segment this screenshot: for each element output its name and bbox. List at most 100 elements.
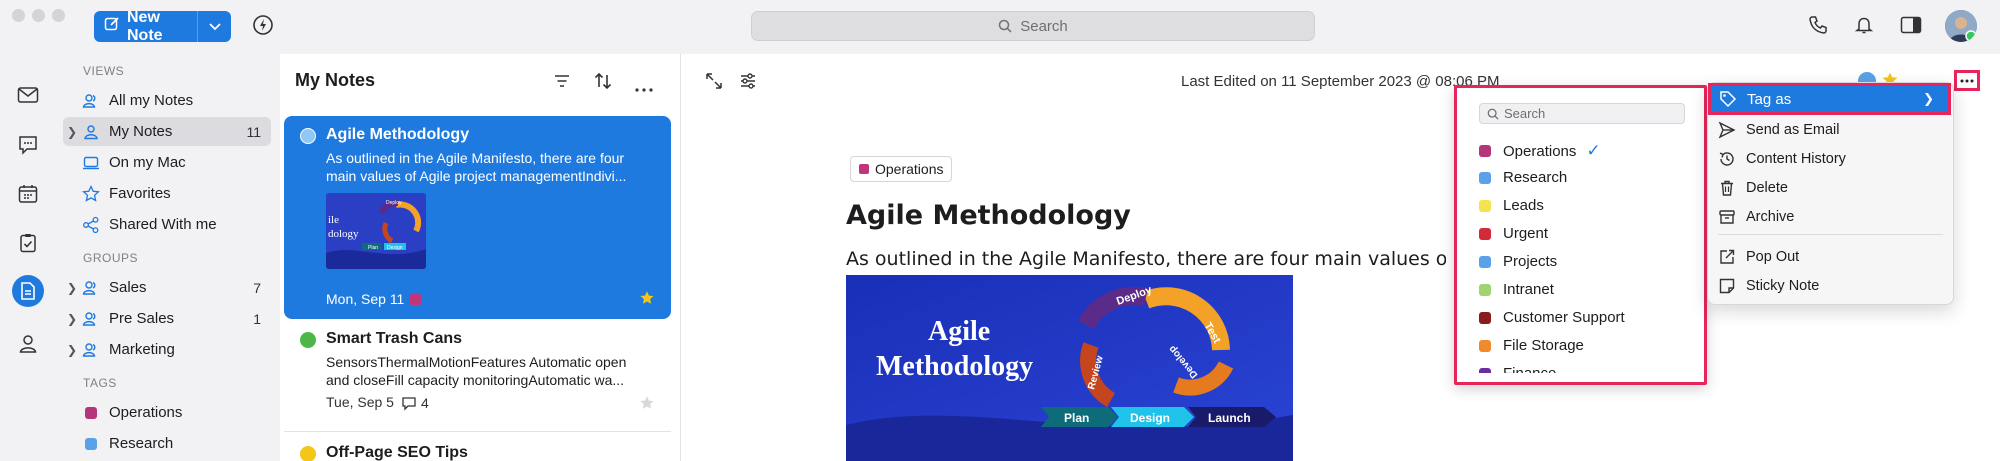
last-edited-text: Last Edited on 11 September 2023 @ 08:06… [1181,73,1500,90]
note-status-dot [300,446,316,461]
tag-color-swatch [1479,311,1491,324]
note-paragraph[interactable]: As outlined in the Agile Manifesto, ther… [846,248,1446,270]
chat-button[interactable] [14,131,42,159]
chevron-right-icon[interactable]: ❯ [63,125,81,139]
more-options-button[interactable] [635,79,653,97]
star-filled-icon [640,291,654,304]
favorite-star-button[interactable] [639,395,655,416]
menu-item-label: Pop Out [1746,249,1800,265]
sidebar-right-icon [1900,16,1922,34]
expand-button[interactable] [705,72,723,95]
tag-option-operations[interactable]: Operations ✓ [1479,141,1601,161]
image-plan-label: Plan [1064,411,1089,425]
sidebar-item-tag-research[interactable]: Research [63,429,271,458]
tag-option-projects[interactable]: Projects [1479,253,1557,270]
menu-item-tag-as[interactable]: Tag as ❯ [1708,83,1951,115]
sidebar-item-count: 1 [253,310,261,327]
sidebar-item-label: All my Notes [109,92,194,109]
sidebar-item-label: My Notes [109,123,173,140]
tag-option-label: Urgent [1503,225,1549,242]
tag-option-urgent[interactable]: Urgent [1479,225,1548,242]
comment-count[interactable]: 4 [401,395,429,411]
menu-item-archive[interactable]: Archive [1718,208,1794,226]
menu-item-content-history[interactable]: Content History [1718,150,1846,168]
share-icon [81,215,101,235]
thumb-deploy-label: Deploy [386,200,402,206]
star-outline-icon [640,396,654,409]
more-actions-menu: Tag as ❯ Send as Email Content History D… [1707,82,1954,305]
more-actions-button[interactable] [1954,70,1980,91]
chevron-right-icon[interactable]: ❯ [63,312,81,326]
tag-option-customer-support[interactable]: Customer Support [1479,309,1625,326]
sidebar-item-label: On my Mac [109,154,186,171]
tag-option-leads[interactable]: Leads [1479,197,1544,214]
sidebar-item-label: Operations [109,404,183,421]
window-zoom-button[interactable] [52,9,65,22]
window-close-button[interactable] [12,9,25,22]
notes-icon [21,282,35,300]
mail-button[interactable] [14,81,42,109]
note-date: Tue, Sep 5 [326,394,394,410]
tag-option-research[interactable]: Research [1479,169,1567,186]
star-icon [81,184,101,204]
sidebar-item-sales[interactable]: ❯ Sales 7 [63,273,271,302]
checkmark-icon: ✓ [1586,141,1601,160]
sidebar-item-all-my-notes[interactable]: All my Notes [63,86,271,115]
search-bar[interactable]: Search [751,11,1315,41]
favorite-star-button[interactable] [639,290,655,311]
menu-item-send-as-email[interactable]: Send as Email [1718,121,1840,139]
tag-chip[interactable]: Operations [850,156,953,182]
sidebar-item-on-my-mac[interactable]: On my Mac [63,148,271,177]
note-card[interactable]: Off-Page SEO Tips [284,436,671,461]
new-note-button[interactable]: New Note [94,9,231,44]
tag-color-swatch [1479,227,1491,240]
menu-item-sticky-note[interactable]: Sticky Note [1718,277,1819,295]
format-settings-button[interactable] [739,72,757,95]
tag-search-input[interactable]: Search [1479,103,1685,124]
notes-button[interactable] [12,275,44,307]
sidebar-item-count: 7 [253,279,261,296]
tag-color-swatch [1479,171,1491,184]
call-button[interactable] [1808,15,1828,40]
tag-option-finance[interactable]: Finance [1479,365,1556,373]
sidebar-item-marketing[interactable]: ❯ Marketing [63,335,271,364]
people-icon [81,340,101,360]
tag-color-swatch [1479,283,1491,296]
note-card-selected[interactable]: Agile Methodology As outlined in the Agi… [284,116,671,319]
tag-option-label: File Storage [1503,337,1584,354]
chevron-right-icon[interactable]: ❯ [63,343,81,357]
menu-divider [1718,234,1943,235]
new-note-dropdown-button[interactable] [198,22,231,31]
menu-item-pop-out[interactable]: Pop Out [1718,248,1799,266]
note-card[interactable]: Smart Trash Cans SensorsThermalMotionFea… [284,322,671,432]
sidebar-item-shared-with-me[interactable]: Shared With me [63,210,271,239]
calendar-button[interactable] [14,180,42,208]
tags-header: TAGS [83,376,117,390]
sort-button[interactable] [593,71,613,96]
tasks-button[interactable] [14,229,42,257]
filter-button[interactable] [553,72,571,95]
toggle-panel-button[interactable] [1900,15,1922,40]
notifications-button[interactable] [1854,15,1874,40]
sidebar-item-favorites[interactable]: Favorites [63,179,271,208]
contacts-button[interactable] [14,330,42,358]
tag-option-intranet[interactable]: Intranet [1479,281,1554,298]
tag-option-file-storage[interactable]: File Storage [1479,337,1584,354]
note-heading[interactable]: Agile Methodology [846,200,1131,231]
chevron-right-icon[interactable]: ❯ [63,281,81,295]
note-image[interactable]: Agile Methodology Deploy Test Review Dev… [846,275,1293,461]
sidebar-item-label: Research [109,435,174,452]
search-icon [998,19,1012,33]
tag-color-swatch [1479,339,1491,352]
sidebar-item-tag-operations[interactable]: Operations [63,398,271,427]
sidebar-item-label: Favorites [109,185,171,202]
search-placeholder: Search [1020,17,1068,35]
quick-action-button[interactable] [252,14,274,41]
tag-option-label: Research [1503,169,1568,186]
window-minimize-button[interactable] [32,9,45,22]
menu-item-delete[interactable]: Delete [1718,179,1788,197]
avatar[interactable] [1945,10,1977,42]
title-bar: New Note Search [0,0,2000,54]
sidebar-item-pre-sales[interactable]: ❯ Pre Sales 1 [63,304,271,333]
sidebar-item-my-notes[interactable]: ❯ My Notes 11 [63,117,271,146]
